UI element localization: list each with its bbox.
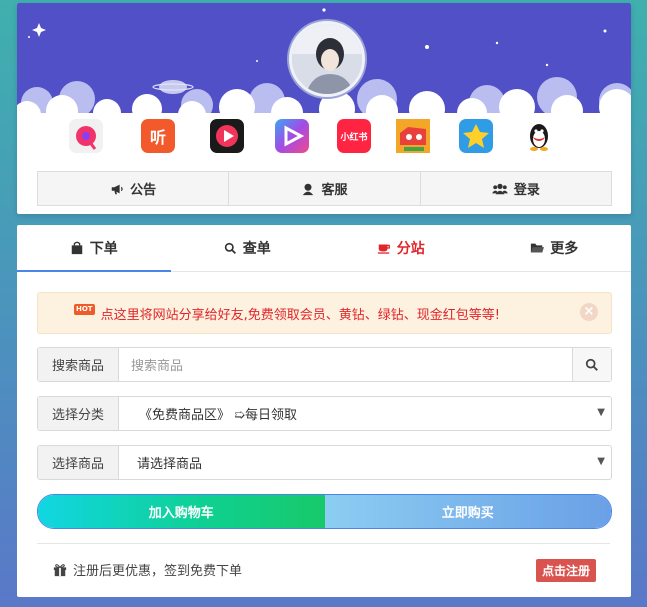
search-label: 搜索商品 [38,348,119,381]
product-label: 选择商品 [38,446,119,479]
profile-card: 听 小红书 公告 客服 登录 [17,3,631,214]
cup-icon [377,244,390,254]
top-button-group: 公告 客服 登录 [37,171,612,206]
tab-substation-label: 分站 [396,241,425,257]
video-app-icon[interactable] [275,119,309,153]
order-card: 下单 查单 分站 更多 HOT 点这里将网站分享给好友,免费领取会员、黄钻、绿钻… [17,225,631,597]
chevron-down-icon: ▼ [597,407,605,418]
add-to-cart-button[interactable]: 加入购物车 [38,495,325,528]
qq-app-icon[interactable] [522,119,556,153]
tab-order[interactable]: 下单 [17,225,171,272]
login-button[interactable]: 登录 [421,172,611,205]
tab-substation[interactable]: 分站 [324,225,478,271]
buy-now-button[interactable]: 立即购买 [324,495,611,528]
tab-order-label: 下单 [89,241,118,257]
hot-badge: HOT [74,303,95,315]
announcement-label: 公告 [130,183,157,198]
customer-service-label: 客服 [321,183,348,198]
product-select[interactable]: 选择商品 请选择商品 ▼ [37,445,612,480]
shopping-bag-icon [71,241,82,255]
video-play-app-icon[interactable] [210,119,244,153]
share-notice[interactable]: HOT 点这里将网站分享给好友,免费领取会员、黄钻、绿钻、现金红包等等! × [37,292,612,334]
folder-icon [531,243,545,253]
user-service-icon [303,183,314,195]
gift-icon [53,563,67,576]
category-select[interactable]: 选择分类 《免费商品区》 ➯每日领取 ▼ [37,396,612,431]
product-value: 请选择商品 [137,457,203,472]
divider [37,543,610,544]
search-icon [585,358,598,371]
promo-text: 注册后更优惠，签到免费下单 [73,564,243,579]
announcement-button[interactable]: 公告 [38,172,230,205]
megaphone-icon [111,184,123,194]
category-value: 《免费商品区》 ➯每日领取 [139,408,298,423]
tab-query[interactable]: 查单 [171,225,325,271]
chevron-down-icon: ▼ [597,456,605,467]
purchase-button-group: 加入购物车 立即购买 [37,494,612,529]
notice-text: 点这里将网站分享给好友,免费领取会员、黄钻、绿钻、现金红包等等! [100,307,500,323]
close-icon[interactable]: × [580,303,598,321]
tab-bar: 下单 查单 分站 更多 [17,225,631,272]
tab-more[interactable]: 更多 [478,225,632,271]
listen-app-icon[interactable]: 听 [141,119,175,153]
music-app-icon[interactable] [69,119,103,153]
app-icon-row: 听 小红书 [17,119,631,159]
register-button[interactable]: 点击注册 [535,559,596,582]
search-icon [224,242,236,254]
login-label: 登录 [513,183,540,198]
users-icon [491,183,508,194]
game-app-icon[interactable] [396,119,430,153]
avatar-photo-icon [292,24,362,94]
avatar[interactable] [289,21,365,97]
tab-more-label: 更多 [550,241,579,257]
customer-service-button[interactable]: 客服 [229,172,421,205]
search-button[interactable] [572,348,611,381]
xiaohongshu-app-icon[interactable]: 小红书 [337,119,371,153]
qzone-app-icon[interactable] [459,119,493,153]
search-input[interactable]: 搜索商品 [119,348,572,381]
search-field: 搜索商品 搜索商品 [37,347,612,382]
tab-query-label: 查单 [242,241,271,257]
register-promo: 注册后更优惠，签到免费下单 [53,560,242,579]
category-label: 选择分类 [38,397,119,430]
